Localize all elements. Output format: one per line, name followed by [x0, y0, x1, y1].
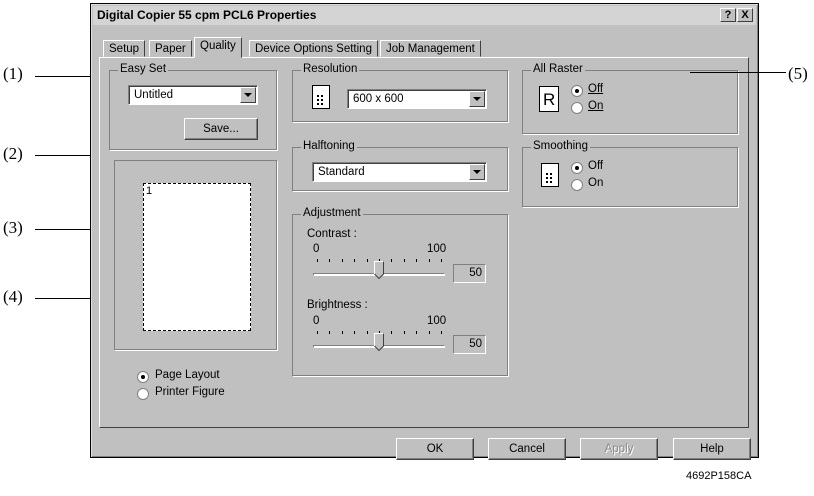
- adjustment-group: Adjustment Contrast : 0 100 50 Brightnes…: [292, 207, 508, 376]
- page-layout-radio[interactable]: [137, 371, 149, 383]
- raster-document-icon: R: [539, 86, 559, 112]
- smoothing-off-label: Off: [588, 160, 604, 172]
- help-button[interactable]: Help: [673, 438, 751, 460]
- slider-thumb[interactable]: [374, 261, 384, 280]
- contrast-value: 50: [453, 264, 486, 283]
- cancel-button[interactable]: Cancel: [488, 438, 566, 460]
- brightness-value: 50: [453, 335, 486, 354]
- page-layout-label: Page Layout: [155, 369, 220, 381]
- printer-figure-radio[interactable]: [137, 388, 149, 400]
- smoothing-on-radio[interactable]: [571, 179, 583, 191]
- callout-5: (5): [788, 64, 808, 83]
- all-raster-on-label: On: [588, 100, 604, 112]
- properties-dialog: Digital Copier 55 cpm PCL6 Properties ? …: [90, 3, 759, 460]
- all-raster-label: All Raster: [531, 63, 585, 75]
- contrast-label: Contrast :: [307, 228, 357, 240]
- smoothing-label: Smoothing: [531, 140, 590, 152]
- callout-1: (1): [3, 64, 23, 83]
- close-button[interactable]: X: [737, 8, 753, 22]
- callout-4: (4): [3, 287, 23, 306]
- easy-set-label: Easy Set: [118, 63, 169, 75]
- contrast-max: 100: [427, 243, 447, 255]
- all-raster-on-radio[interactable]: [571, 102, 583, 114]
- slider-tick: [354, 331, 355, 334]
- chevron-down-icon[interactable]: [469, 164, 485, 180]
- tab-paper[interactable]: Paper: [149, 40, 192, 57]
- all-raster-group: All Raster R Off On: [522, 63, 738, 134]
- callout-2: (2): [3, 144, 23, 163]
- slider-tick: [404, 331, 405, 334]
- slider-tick: [441, 331, 442, 334]
- contrast-slider[interactable]: [313, 257, 445, 281]
- halftoning-group: Halftoning Standard: [292, 140, 508, 191]
- brightness-slider[interactable]: [313, 329, 445, 353]
- preview-frame: 1: [114, 160, 277, 350]
- tab-job-management[interactable]: Job Management: [380, 40, 481, 57]
- save-button[interactable]: Save...: [184, 118, 258, 140]
- smoothing-off-radio[interactable]: [571, 162, 583, 174]
- easy-set-select[interactable]: Untitled: [128, 85, 258, 105]
- resolution-label: Resolution: [301, 63, 360, 75]
- smoothing-document-icon: [541, 163, 559, 187]
- title-bar: Digital Copier 55 cpm PCL6 Properties ? …: [93, 6, 756, 25]
- brightness-max: 100: [427, 315, 447, 327]
- slider-tick: [317, 259, 318, 262]
- slider-tick: [329, 331, 330, 334]
- slider-tick: [329, 259, 330, 262]
- smoothing-group: Smoothing Off On: [522, 140, 738, 207]
- resolution-select[interactable]: 600 x 600: [347, 89, 487, 109]
- printer-figure-label: Printer Figure: [155, 386, 225, 398]
- contrast-min: 0: [313, 243, 320, 255]
- slider-tick: [416, 331, 417, 334]
- slider-tick: [367, 331, 368, 334]
- all-raster-off-radio[interactable]: [571, 85, 583, 97]
- figure-code: 4692P158CA: [686, 470, 752, 482]
- dialog-title: Digital Copier 55 cpm PCL6 Properties: [97, 8, 317, 22]
- chevron-down-icon[interactable]: [240, 87, 256, 103]
- brightness-min: 0: [313, 315, 320, 327]
- callout-3: (3): [3, 218, 23, 237]
- slider-tick: [404, 259, 405, 262]
- slider-tick: [391, 331, 392, 334]
- all-raster-off-label: Off: [588, 83, 604, 95]
- easy-set-group: Easy Set Untitled Save...: [109, 63, 277, 150]
- slider-tick: [416, 259, 417, 262]
- page-number: 1: [146, 185, 153, 197]
- slider-tick: [441, 259, 442, 262]
- tab-quality[interactable]: Quality: [194, 37, 242, 58]
- ok-button[interactable]: OK: [396, 438, 474, 460]
- slider-tick: [367, 259, 368, 262]
- resolution-document-icon: [312, 85, 330, 109]
- slider-tick: [342, 331, 343, 334]
- tab-setup[interactable]: Setup: [103, 40, 146, 57]
- slider-tick: [391, 259, 392, 262]
- slider-thumb[interactable]: [374, 333, 384, 352]
- slider-tick: [317, 331, 318, 334]
- smoothing-on-label: On: [588, 177, 604, 189]
- apply-button[interactable]: Apply: [580, 438, 658, 460]
- slider-tick: [354, 259, 355, 262]
- help-title-button[interactable]: ?: [720, 8, 736, 22]
- quality-tab-panel: Easy Set Untitled Save... 1 Page Layout …: [99, 57, 749, 428]
- resolution-group: Resolution 600 x 600: [292, 63, 508, 122]
- halftoning-select[interactable]: Standard: [312, 162, 487, 182]
- adjustment-label: Adjustment: [301, 207, 363, 219]
- brightness-label: Brightness :: [307, 299, 368, 311]
- slider-tick: [429, 259, 430, 262]
- chevron-down-icon[interactable]: [469, 91, 485, 107]
- slider-tick: [429, 331, 430, 334]
- page-preview: 1: [143, 183, 251, 331]
- halftoning-label: Halftoning: [301, 140, 357, 152]
- callout-line-5: [690, 72, 786, 73]
- slider-tick: [342, 259, 343, 262]
- tab-device-options-setting[interactable]: Device Options Setting: [249, 40, 378, 57]
